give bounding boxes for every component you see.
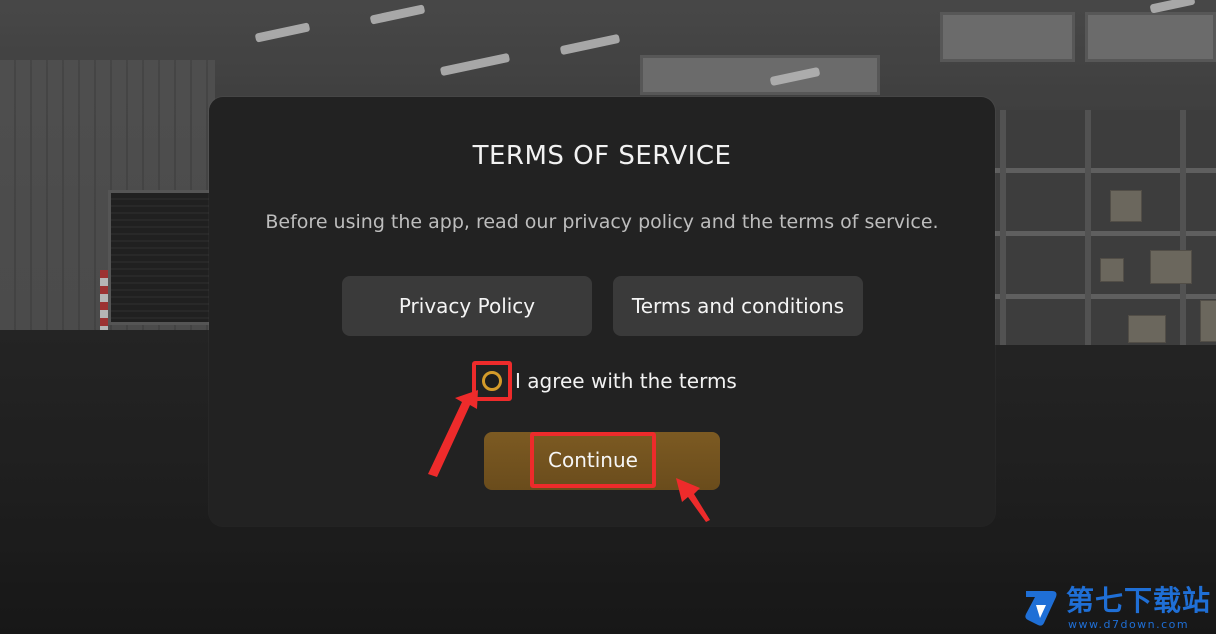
continue-label: Continue — [530, 432, 656, 488]
terms-and-conditions-button[interactable]: Terms and conditions — [613, 276, 863, 336]
watermark-logo-icon — [1025, 591, 1057, 626]
dialog-title: TERMS OF SERVICE — [472, 141, 732, 171]
dialog-description: Before using the app, read our privacy p… — [265, 211, 939, 233]
privacy-policy-button[interactable]: Privacy Policy — [342, 276, 592, 336]
watermark-site-name: 第七下载站 — [1066, 584, 1212, 617]
watermark-url: www.d7down.com — [1068, 618, 1190, 631]
continue-button[interactable]: Continue — [484, 432, 720, 490]
agree-checkbox-highlight[interactable] — [472, 361, 512, 401]
watermark: 第七下载站 www.d7down.com — [1022, 585, 1212, 631]
terms-dialog: TERMS OF SERVICE Before using the app, r… — [209, 97, 995, 526]
agree-checkbox[interactable] — [482, 371, 502, 391]
agree-row: I agree with the terms — [472, 361, 737, 401]
agree-label[interactable]: I agree with the terms — [515, 369, 737, 393]
